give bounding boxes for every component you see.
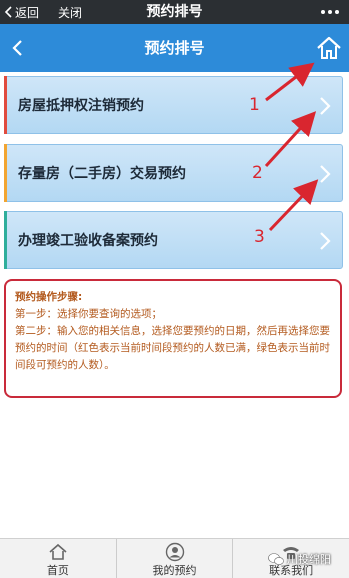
menu-item-mortgage-cancellation[interactable]: 房屋抵押权注销预约: [4, 76, 343, 134]
wechat-top-bar: 返回 关闭 预约排号: [0, 0, 349, 24]
tab-my-appointments-label: 我的预约: [152, 564, 197, 577]
tab-my-appointments[interactable]: 我的预约: [115, 539, 233, 578]
wechat-title: 预约排号: [146, 4, 203, 20]
app-header: 预约排号: [0, 24, 349, 72]
menu-item-completion-filing[interactable]: 办理竣工验收备案预约: [4, 211, 343, 269]
tab-home-label: 首页: [46, 564, 69, 577]
instructions-step-2: 第二步：输入您的相关信息，选择您要预约的日期，然后再选择您要预约的时间（红色表示…: [15, 325, 330, 371]
wechat-logo-icon: [268, 553, 284, 565]
watermark-text: 川投绵阳: [287, 553, 331, 566]
instructions-step-1: 第一步：选择你要查询的选项；: [15, 308, 162, 320]
home-icon[interactable]: [315, 34, 343, 62]
watermark: 川投绵阳: [268, 551, 331, 567]
menu-item-label: 办理竣工验收备案预约: [18, 233, 158, 249]
accent-bar: [4, 144, 7, 202]
chevron-right-icon: [320, 97, 331, 115]
page-title: 预约排号: [144, 39, 205, 57]
accent-bar: [4, 211, 7, 269]
instructions-box: 预约操作步骤: 第一步：选择你要查询的选项； 第二步：输入您的相关信息，选择您要…: [4, 279, 342, 398]
user-icon: [165, 542, 184, 562]
menu-item-label: 存量房（二手房）交易预约: [18, 166, 186, 182]
instructions-title: 预约操作步骤:: [15, 291, 83, 303]
home-icon: [49, 543, 67, 560]
accent-bar: [4, 76, 7, 134]
menu-item-second-hand-transaction[interactable]: 存量房（二手房）交易预约: [4, 144, 343, 202]
chevron-right-icon: [320, 232, 331, 250]
menu-item-label: 房屋抵押权注销预约: [18, 98, 144, 114]
more-options-icon[interactable]: [321, 5, 339, 19]
tab-home[interactable]: 首页: [0, 539, 116, 578]
chevron-right-icon: [320, 165, 331, 183]
